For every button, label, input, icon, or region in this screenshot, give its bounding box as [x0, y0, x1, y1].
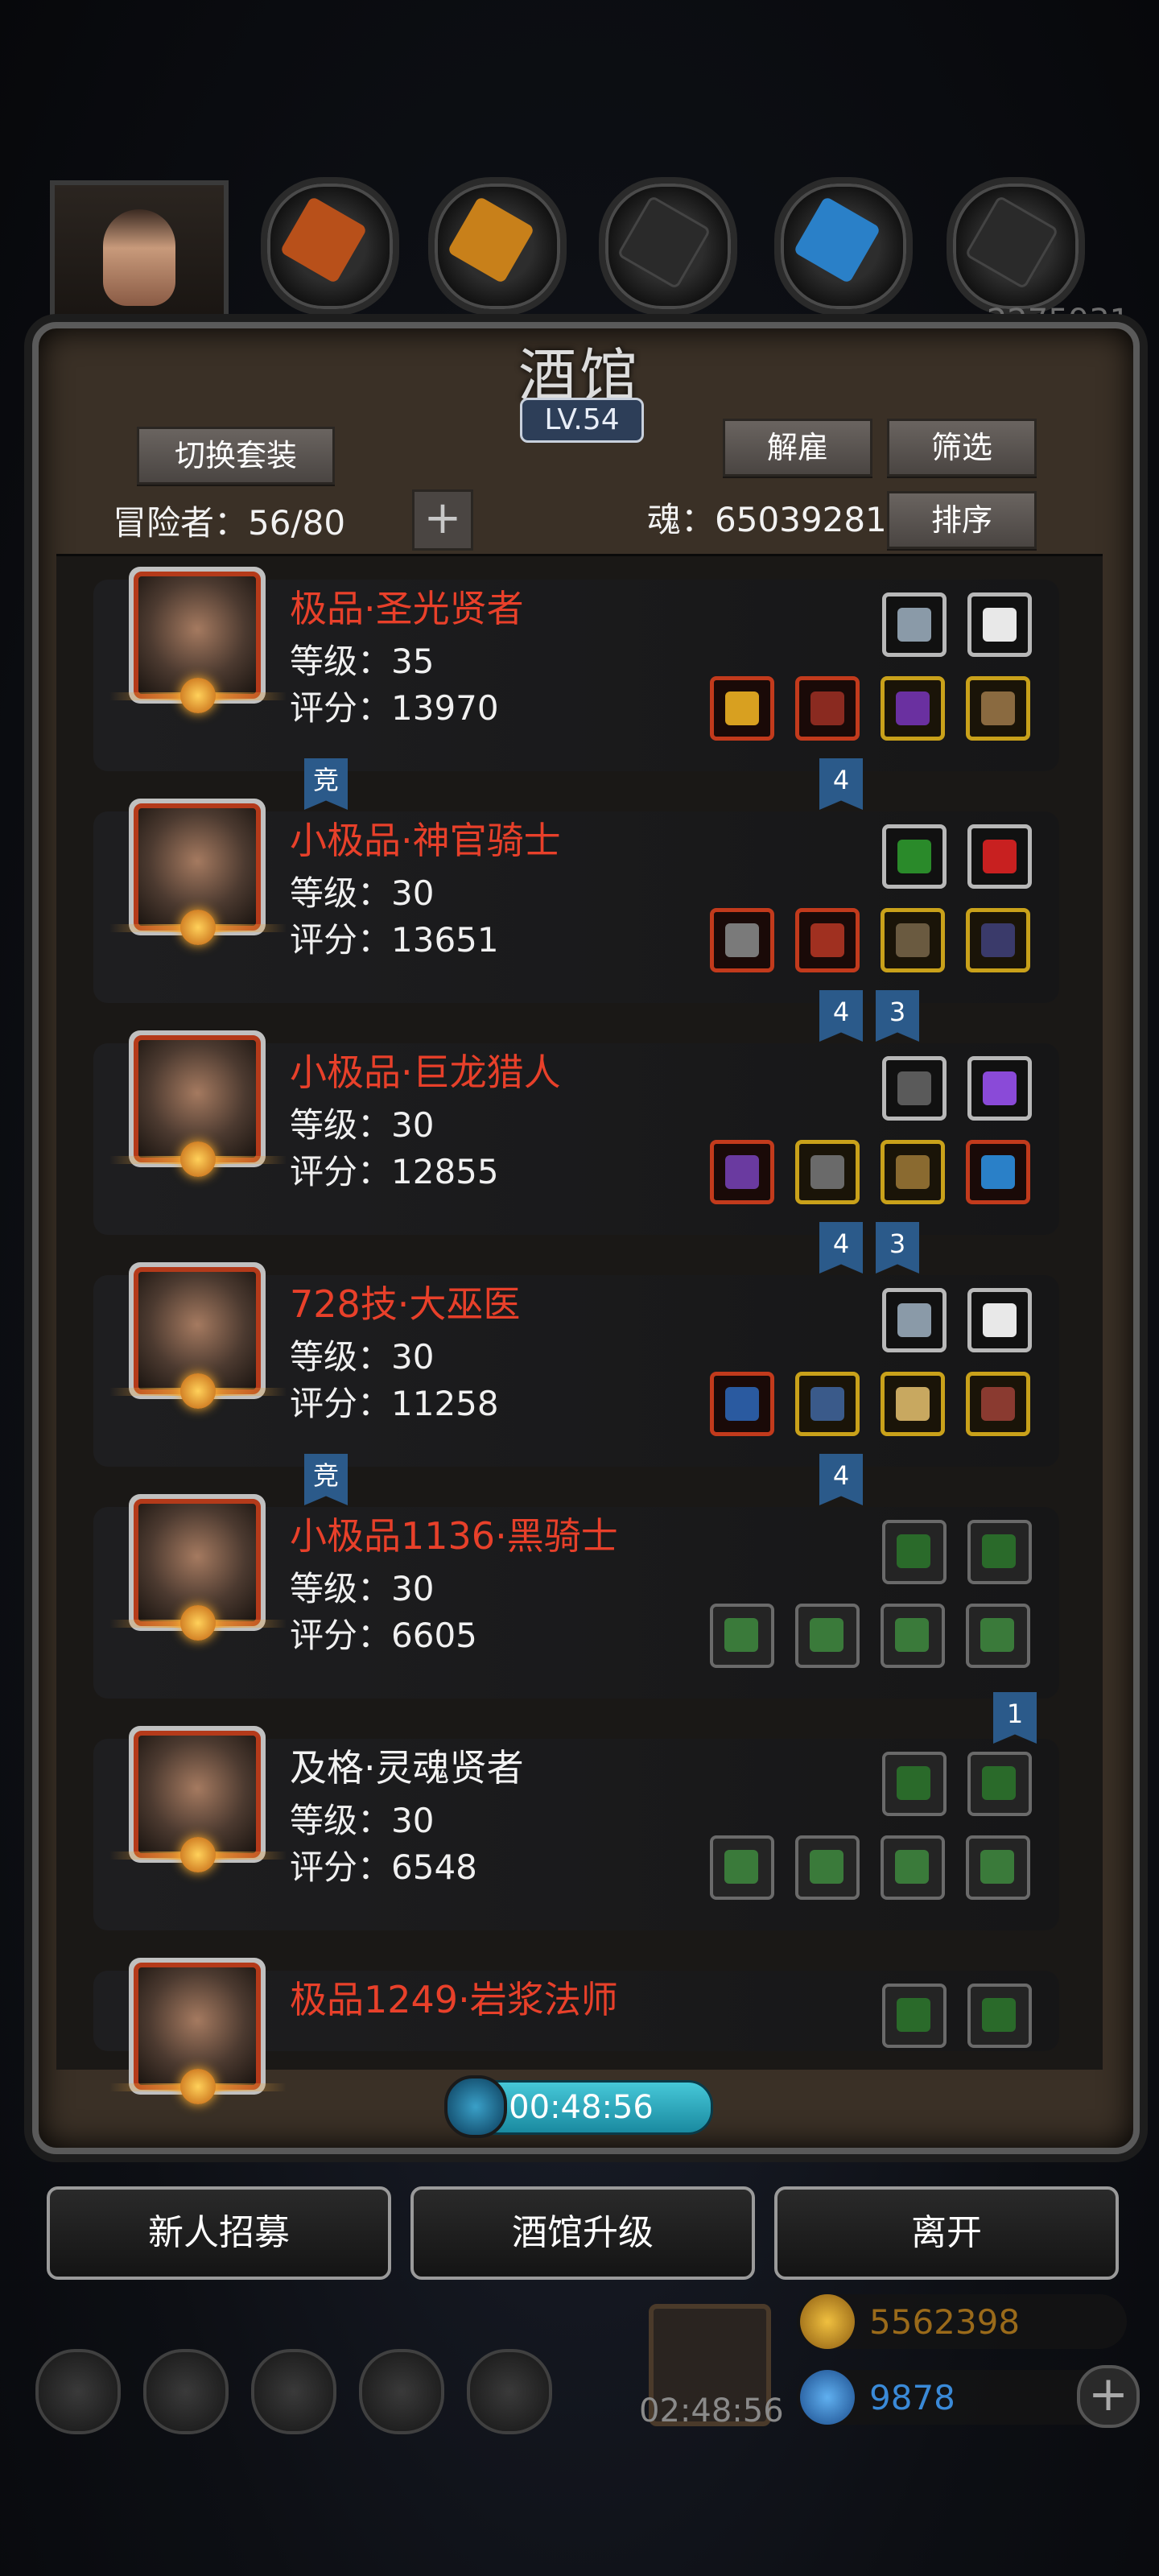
rarity-emblem — [109, 676, 287, 718]
equipment-slot-icon[interactable] — [967, 824, 1032, 889]
hero-score: 评分：11258 — [290, 1384, 499, 1423]
bag-icon[interactable] — [251, 2349, 336, 2434]
equipment-slot-icon[interactable] — [967, 1056, 1032, 1121]
gem-value: 9878 — [869, 2378, 955, 2417]
clock-icon — [444, 2075, 507, 2138]
hero-name: 极品1249·岩浆法师 — [290, 1978, 618, 2021]
equipment-slot-icon[interactable] — [966, 1140, 1030, 1204]
gauntlet-slot-icon[interactable] — [261, 177, 399, 316]
equipment-slot-icon[interactable] — [881, 676, 945, 741]
equipment-slot-icon[interactable] — [882, 1984, 947, 2048]
settings-icon[interactable] — [35, 2349, 121, 2434]
equipment-slot-icon[interactable] — [710, 676, 774, 741]
hero-name: 及格·灵魂贤者 — [290, 1746, 524, 1790]
equipment-slot-icon[interactable] — [881, 1140, 945, 1204]
hero-name: 小极品·巨龙猎人 — [290, 1051, 561, 1094]
switch-set-button[interactable]: 切换套装 — [137, 427, 335, 485]
hero-level: 等级：30 — [290, 1337, 435, 1377]
equipment-slot-icon[interactable] — [881, 1372, 945, 1436]
equipment-slot-icon[interactable] — [710, 1604, 774, 1668]
equipment-slot-icon[interactable] — [966, 676, 1030, 741]
rarity-emblem — [109, 1604, 287, 1645]
filter-button[interactable]: 筛选 — [887, 419, 1037, 477]
equipment-slot-icon[interactable] — [966, 1835, 1030, 1900]
equipment-slot-icon[interactable] — [710, 1140, 774, 1204]
equipment-slot-icon[interactable] — [710, 1835, 774, 1900]
equipment-slot-icon[interactable] — [882, 1056, 947, 1121]
upgrade-tavern-button[interactable]: 酒馆升级 — [410, 2186, 755, 2280]
hero-score: 评分：13651 — [290, 920, 499, 960]
rarity-emblem — [109, 908, 287, 950]
hero-level: 等级：30 — [290, 1105, 435, 1145]
rarity-emblem — [109, 2067, 287, 2109]
equipment-slot-icon[interactable] — [795, 1604, 860, 1668]
equipment-slot-icon[interactable] — [881, 1604, 945, 1668]
gold-value: 5562398 — [869, 2302, 1021, 2342]
boots-slot-icon[interactable] — [599, 177, 737, 316]
equipment-slot-icon[interactable] — [967, 1288, 1032, 1352]
equipment-slot-icon[interactable] — [795, 1372, 860, 1436]
hero-level: 等级：30 — [290, 1801, 435, 1840]
leader-portrait[interactable] — [50, 180, 229, 343]
equipment-slot-icon[interactable] — [966, 908, 1030, 972]
equipment-slot-icon[interactable] — [710, 1372, 774, 1436]
portrait-face — [103, 209, 175, 306]
leave-button[interactable]: 离开 — [774, 2186, 1119, 2280]
equipment-slot-icon[interactable] — [966, 1372, 1030, 1436]
equipment-slot-icon[interactable] — [710, 908, 774, 972]
hero-score: 评分：6605 — [290, 1616, 477, 1655]
hero-level: 等级：30 — [290, 873, 435, 913]
equipment-slot-icon[interactable] — [882, 1520, 947, 1584]
gift-timer: 02:48:56 — [639, 2392, 784, 2429]
add-capacity-button[interactable]: + — [412, 489, 473, 551]
helmet-slot-icon[interactable] — [947, 177, 1085, 316]
equipment-slot-icon[interactable] — [882, 1752, 947, 1816]
add-gems-button[interactable]: + — [1077, 2365, 1140, 2428]
recruit-button[interactable]: 新人招募 — [47, 2186, 391, 2280]
hero-name: 小极品·神官骑士 — [290, 819, 561, 862]
tavern-level-badge: LV.54 — [520, 398, 644, 443]
equipment-slot-icon[interactable] — [882, 824, 947, 889]
hero-name: 极品·圣光贤者 — [290, 587, 524, 630]
hero-level: 等级：30 — [290, 1569, 435, 1608]
equipment-slot-icon[interactable] — [967, 1984, 1032, 2048]
dice-icon[interactable] — [467, 2349, 552, 2434]
soul-count: 魂：65039281 — [647, 500, 887, 539]
equipment-slot-icon[interactable] — [882, 1288, 947, 1352]
adventurer-count: 冒险者：56/80 — [113, 503, 346, 543]
equipment-slot-row: 2275931 — [0, 161, 1159, 343]
equipment-slot-icon[interactable] — [881, 908, 945, 972]
equipment-slot-icon[interactable] — [881, 1835, 945, 1900]
mail-icon[interactable] — [359, 2349, 444, 2434]
hero-level: 等级：35 — [290, 642, 435, 681]
hero-score: 评分：6548 — [290, 1847, 477, 1887]
rarity-emblem — [109, 1835, 287, 1877]
armor-slot-icon[interactable] — [428, 177, 567, 316]
equipment-slot-icon[interactable] — [967, 1520, 1032, 1584]
equipment-slot-icon[interactable] — [795, 1140, 860, 1204]
equipment-slot-icon[interactable] — [882, 592, 947, 657]
gem-icon — [800, 2370, 855, 2425]
rarity-emblem — [109, 1372, 287, 1414]
equipment-slot-icon[interactable] — [967, 592, 1032, 657]
sort-button[interactable]: 排序 — [887, 491, 1037, 549]
rarity-emblem — [109, 1140, 287, 1182]
dismiss-button[interactable]: 解雇 — [723, 419, 872, 477]
equipment-slot-icon[interactable] — [967, 1752, 1032, 1816]
star-icon[interactable] — [143, 2349, 229, 2434]
hero-score: 评分：13970 — [290, 688, 499, 728]
equipment-slot-icon[interactable] — [966, 1604, 1030, 1668]
gold-coin-icon — [800, 2294, 855, 2349]
hero-score: 评分：12855 — [290, 1152, 499, 1191]
gold-display: 5562398 — [797, 2294, 1127, 2349]
crystal-slot-icon[interactable] — [774, 177, 913, 316]
equipment-slot-icon[interactable] — [795, 908, 860, 972]
equipment-slot-icon[interactable] — [795, 1835, 860, 1900]
hero-name: 小极品1136·黑骑士 — [290, 1514, 618, 1558]
equipment-slot-icon[interactable] — [795, 676, 860, 741]
hero-name: 728技·大巫医 — [290, 1282, 521, 1326]
